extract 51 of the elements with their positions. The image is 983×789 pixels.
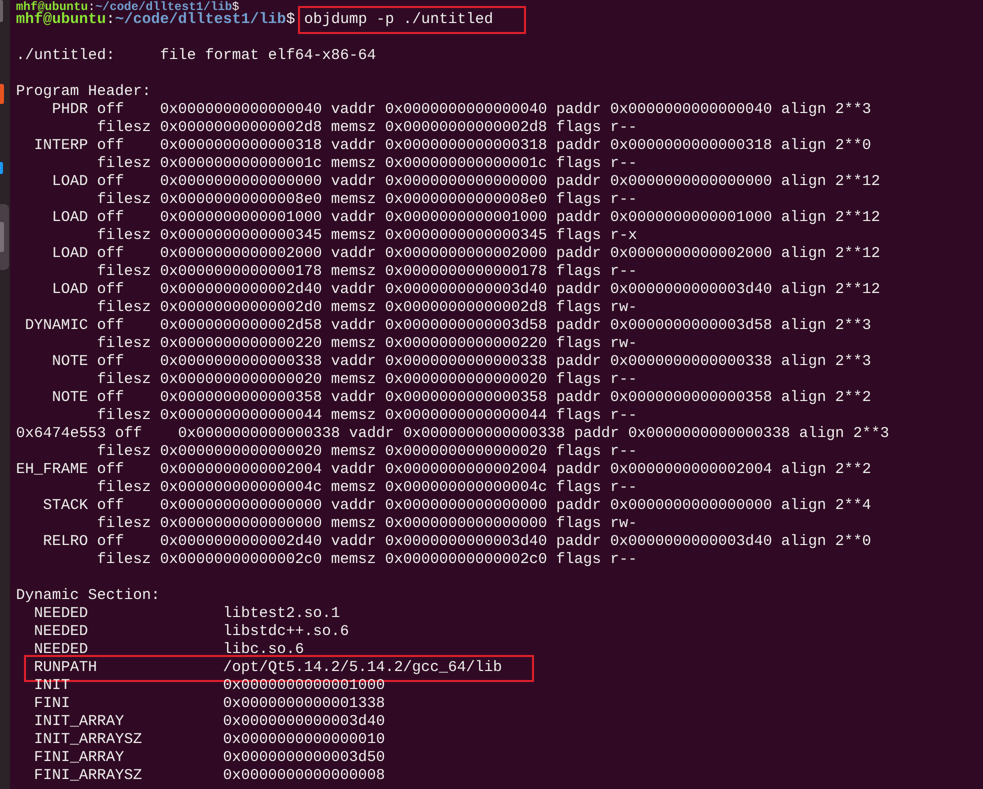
entry-value: /opt/Qt5.14.2/5.14.2/gcc_64/lib [223,659,502,677]
command-text: objdump -p ./untitled [304,11,494,28]
output-line: DYNAMIC off 0x0000000000002d58 vaddr 0x0000000000003d58 paddr 0x0000000000003d58 align 2**3 [24,317,872,334]
output-line: filesz 0x00000000000002d0 memsz 0x00000000000002d8 flags rw- [96,299,638,316]
entry-value: 0x0000000000001338 [223,695,386,713]
entry-tag: NEEDED [34,605,223,623]
output-line: filesz 0x0000000000000020 memsz 0x0000000000000020 flags r-- [96,443,638,460]
entry-tag: INIT_ARRAYSZ [34,731,223,749]
output-line: filesz 0x0000000000000220 memsz 0x0000000000000220 flags rw- [96,335,638,352]
output-line: EH_FRAME off 0x0000000000002004 vaddr 0x0000000000002004 paddr 0x0000000000002004 align 2**2 [16,461,872,478]
entry-value: libstdc++.so.6 [223,623,350,641]
shell-prompt: mhf@ubuntu:~/code/dlltest1/lib$ [16,11,296,28]
output-line: ./untitled: file format elf64-x86-64 [16,47,376,64]
output-line: filesz 0x000000000000001c memsz 0x000000000000001c flags r-- [96,155,638,172]
output-line: PHDR off 0x0000000000000040 vaddr 0x0000000000000040 paddr 0x0000000000000040 align 2**3 [51,101,872,118]
output-line: LOAD off 0x0000000000000000 vaddr 0x0000000000000000 paddr 0x0000000000000000 align 2**12 [51,173,880,190]
output-line: NOTE off 0x0000000000000338 vaddr 0x0000000000000338 paddr 0x0000000000000338 align 2**3 [51,353,872,370]
output-line: filesz 0x0000000000000044 memsz 0x0000000000000044 flags r-- [96,407,638,424]
entry-tag: INIT_ARRAY [34,713,223,731]
entry-value: 0x0000000000003d40 [223,713,386,731]
output-line: filesz 0x0000000000000178 memsz 0x0000000000000178 flags r-- [96,263,638,280]
entry-tag: INIT [34,677,223,695]
entry-value: 0x0000000000000008 [223,767,386,785]
output-line: LOAD off 0x0000000000002d40 vaddr 0x0000000000003d40 paddr 0x0000000000003d40 align 2**12 [51,281,880,298]
output-line: filesz 0x00000000000008e0 memsz 0x00000000000008e0 flags r-- [96,191,638,208]
output-line: filesz 0x000000000000004c memsz 0x000000000000004c flags r-- [96,479,638,496]
entry-value: libtest2.so.1 [223,605,340,623]
output-line: filesz 0x0000000000000345 memsz 0x0000000000000345 flags r-x [96,227,638,244]
output-line: Dynamic Section: [16,587,160,604]
entry-tag: FINI_ARRAYSZ [34,767,223,785]
output-line: Program Header: [16,83,152,100]
output-line: INTERP off 0x0000000000000318 vaddr 0x0000000000000318 paddr 0x0000000000000318 align 2**0 [33,137,872,154]
entry-value: 0x0000000000000010 [223,731,386,749]
entry-tag: RUNPATH [34,659,223,677]
entry-value: 0x0000000000003d50 [223,749,386,767]
output-line: STACK off 0x0000000000000000 vaddr 0x0000000000000000 paddr 0x0000000000000000 align 2**4 [42,497,872,514]
entry-tag: FINI [34,695,223,713]
output-line: NOTE off 0x0000000000000358 vaddr 0x0000000000000358 paddr 0x0000000000000358 align 2**2 [51,389,872,406]
entry-tag: NEEDED [34,623,223,641]
output-line: RELRO off 0x0000000000002d40 vaddr 0x0000000000003d40 paddr 0x0000000000003d40 align 2**0 [42,533,872,550]
output-line: filesz 0x0000000000000000 memsz 0x0000000000000000 flags rw- [96,515,638,532]
output-line: filesz 0x0000000000000020 memsz 0x0000000000000020 flags r-- [96,371,638,388]
output-line: LOAD off 0x0000000000002000 vaddr 0x0000000000002000 paddr 0x0000000000002000 align 2**12 [51,245,880,262]
entry-value: libc.so.6 [223,641,304,659]
output-line: 0x6474e553 off 0x0000000000000338 vaddr 0x0000000000000338 paddr 0x0000000000000338 align 2**3 [16,425,890,442]
entry-tag: NEEDED [34,641,223,659]
output-line: LOAD off 0x0000000000001000 vaddr 0x0000000000001000 paddr 0x0000000000001000 align 2**12 [51,209,880,226]
output-line: filesz 0x00000000000002d8 memsz 0x00000000000002d8 flags r-- [96,119,638,136]
entry-tag: FINI_ARRAY [34,749,223,767]
entry-value: 0x0000000000001000 [223,677,386,695]
output-line: filesz 0x00000000000002c0 memsz 0x00000000000002c0 flags r-- [96,551,638,568]
